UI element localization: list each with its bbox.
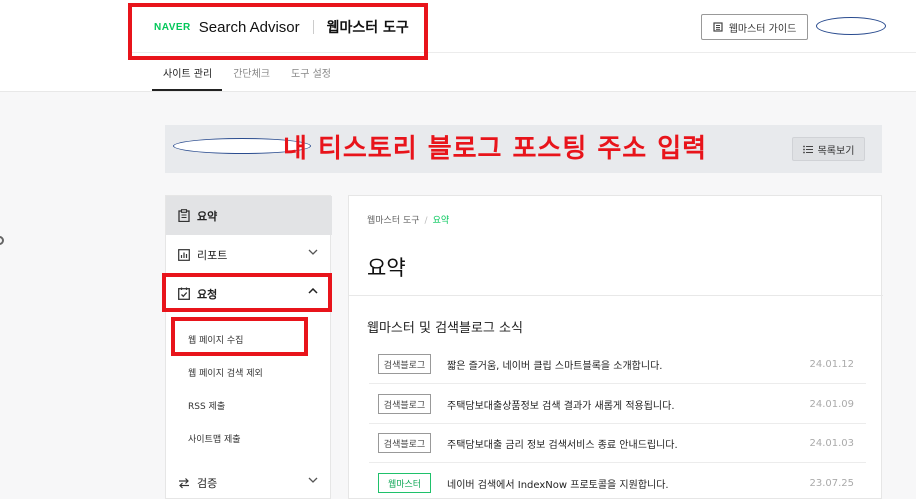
clipboard-icon xyxy=(178,209,190,222)
news-item[interactable]: 웹마스터 네이버 검색에서 IndexNow 프로토콜을 지원합니다. 23.0… xyxy=(369,464,866,499)
book-icon xyxy=(713,22,723,32)
news-item[interactable]: 검색블로그 주택담보대출 금리 정보 검색서비스 종료 안내드립니다. 24.0… xyxy=(369,424,866,463)
news-date: 24.01.09 xyxy=(809,398,854,410)
site-selector-bar: 내 티스토리 블로그 포스팅 주소 입력 목록보기 xyxy=(165,125,882,173)
title-divider xyxy=(349,295,883,296)
sidebar-subitem-sitemap-submit[interactable]: 사이트맵 제출 xyxy=(188,432,241,445)
sidebar-item-report[interactable]: 리포트 xyxy=(166,235,332,274)
highlight-box-web-page-collect xyxy=(171,317,308,356)
news-badge: 검색블로그 xyxy=(378,354,431,374)
guide-button-label: 웹마스터 가이드 xyxy=(728,23,797,35)
news-date: 23.07.25 xyxy=(809,477,854,489)
news-text: 주택담보대출상품정보 검색 결과가 새롭게 적용됩니다. xyxy=(447,400,675,412)
list-view-button[interactable]: 목록보기 xyxy=(792,137,865,161)
main-content: 웹마스터 도구 / 요약 요약 웹마스터 및 검색블로그 소식 검색블로그 짧은 즐… xyxy=(348,195,883,499)
news-text: 네이버 검색에서 IndexNow 프로토콜을 지원합니다. xyxy=(447,479,669,491)
sidebar-item-summary[interactable]: 요약 xyxy=(166,196,332,235)
account-menu[interactable] xyxy=(816,17,886,35)
bar-chart-icon xyxy=(178,248,190,261)
swap-arrows-icon xyxy=(179,477,189,488)
chevron-down-icon xyxy=(308,249,318,255)
sidebar-item-label: 리포트 xyxy=(197,248,228,262)
sidebar-subitem-web-page-exclude[interactable]: 웹 페이지 검색 제외 xyxy=(188,366,263,379)
chevron-down-icon xyxy=(308,477,318,483)
help-icon[interactable] xyxy=(0,236,4,245)
breadcrumb-root[interactable]: 웹마스터 도구 xyxy=(367,216,420,226)
news-text: 주택담보대출 금리 정보 검색서비스 종료 안내드립니다. xyxy=(447,439,678,451)
breadcrumb: 웹마스터 도구 / 요약 xyxy=(367,213,449,226)
breadcrumb-current: 요약 xyxy=(432,216,450,226)
news-date: 24.01.12 xyxy=(809,358,854,370)
news-badge: 웹마스터 xyxy=(378,473,431,493)
sidebar-item-label: 검증 xyxy=(197,476,218,490)
page-title: 요약 xyxy=(367,256,406,280)
list-button-label: 목록보기 xyxy=(817,145,855,157)
news-badge: 검색블로그 xyxy=(378,433,431,453)
news-item[interactable]: 검색블로그 짧은 즐거움, 네이버 클립 스마트블록을 소개합니다. 24.01… xyxy=(369,345,866,384)
webmaster-guide-button[interactable]: 웹마스터 가이드 xyxy=(701,14,808,40)
news-date: 24.01.03 xyxy=(809,437,854,449)
annotation-text: 내 티스토리 블로그 포스팅 주소 입력 xyxy=(283,134,708,164)
list-icon xyxy=(802,145,813,153)
breadcrumb-separator: / xyxy=(424,216,428,226)
news-section-title: 웹마스터 및 검색블로그 소식 xyxy=(367,321,523,336)
sidebar-item-label: 요약 xyxy=(197,209,218,223)
highlight-box-request xyxy=(162,273,332,312)
highlight-box-brand xyxy=(128,3,428,60)
sidebar-item-verify[interactable]: 검증 xyxy=(166,463,332,499)
news-text: 짧은 즐거움, 네이버 클립 스마트블록을 소개합니다. xyxy=(447,360,663,372)
sidebar-subitem-rss-submit[interactable]: RSS 제출 xyxy=(188,399,225,412)
news-badge: 검색블로그 xyxy=(378,394,431,414)
news-item[interactable]: 검색블로그 주택담보대출상품정보 검색 결과가 새롭게 적용됩니다. 24.01… xyxy=(369,385,866,424)
